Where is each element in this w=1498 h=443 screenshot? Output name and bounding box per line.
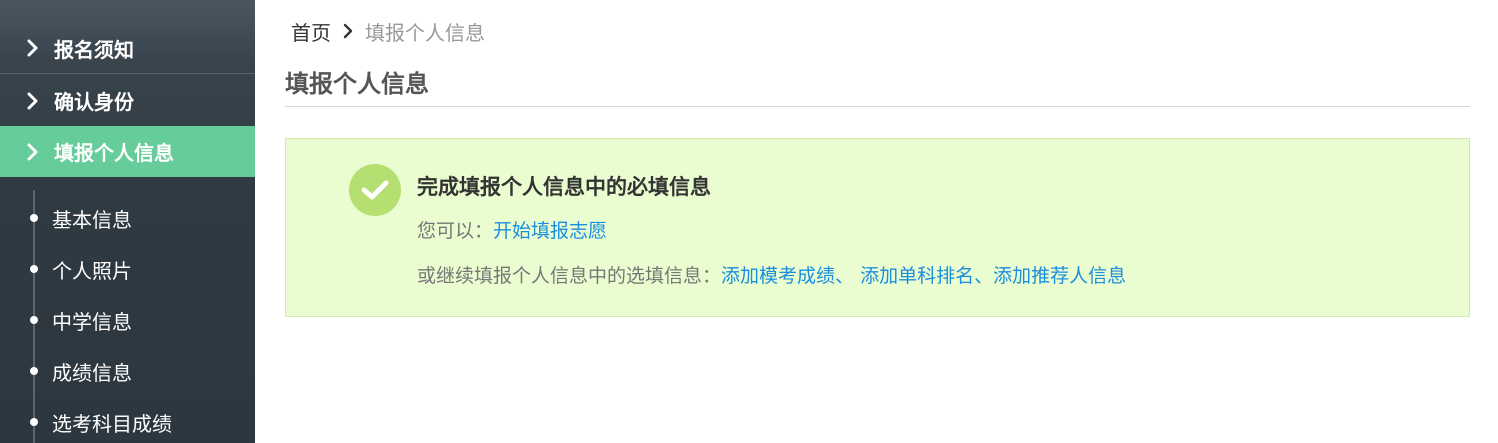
sidebar-item-label: 填报个人信息: [54, 141, 174, 165]
bullet-dot-icon: [30, 214, 38, 222]
sub-item-basic-info[interactable]: 基本信息: [0, 201, 255, 235]
sub-item-elective-scores[interactable]: 选考科目成绩: [0, 405, 255, 439]
bullet-dot-icon: [30, 418, 38, 426]
add-mock-exam-link[interactable]: 添加模考成绩: [721, 265, 835, 287]
optional-info-line: 或继续填报个人信息中的选填信息：添加模考成绩、 添加单科排名、添加推荐人信息: [417, 261, 1126, 288]
breadcrumb-home-link[interactable]: 首页: [291, 17, 331, 46]
link-separator: 、: [835, 265, 855, 287]
sub-item-label: 基本信息: [52, 207, 132, 232]
optional-info-prefix: 或继续填报个人信息中的选填信息：: [417, 265, 722, 287]
sub-item-label: 中学信息: [52, 309, 132, 334]
bullet-dot-icon: [30, 316, 38, 324]
sidebar-item-label: 确认身份: [54, 90, 134, 114]
title-divider: [285, 106, 1470, 107]
chevron-right-icon: [26, 143, 48, 161]
next-step-line: 您可以：开始填报志愿: [417, 216, 607, 243]
next-step-prefix: 您可以：: [417, 220, 494, 242]
bullet-dot-icon: [30, 265, 38, 273]
sidebar-item-personal-info[interactable]: 填报个人信息: [0, 126, 255, 177]
sidebar: 报名须知 确认身份 填报个人信息 基本信息 个人照片 中学信息 成绩信息 选考科…: [0, 0, 255, 443]
sub-item-photo[interactable]: 个人照片: [0, 252, 255, 286]
check-circle-icon: [349, 164, 401, 216]
sub-item-label: 选考科目成绩: [52, 411, 172, 436]
sidebar-item-registration-notice[interactable]: 报名须知: [0, 23, 255, 74]
breadcrumb-current: 填报个人信息: [365, 20, 485, 45]
success-panel: 完成填报个人信息中的必填信息 您可以：开始填报志愿 或继续填报个人信息中的选填信…: [285, 138, 1470, 317]
sidebar-item-confirm-identity[interactable]: 确认身份: [0, 75, 255, 126]
sub-item-label: 个人照片: [52, 258, 132, 283]
chevron-right-icon: [343, 23, 353, 39]
bullet-dot-icon: [30, 367, 38, 375]
sub-item-grades[interactable]: 成绩信息: [0, 354, 255, 388]
chevron-right-icon: [26, 39, 48, 57]
sub-item-label: 成绩信息: [52, 360, 132, 385]
chevron-right-icon: [26, 92, 48, 110]
sub-item-school-info[interactable]: 中学信息: [0, 303, 255, 337]
link-separator: 、: [974, 265, 994, 287]
start-application-link[interactable]: 开始填报志愿: [493, 220, 607, 242]
sidebar-item-label: 报名须知: [54, 37, 134, 62]
page-title: 填报个人信息: [285, 70, 429, 98]
success-title: 完成填报个人信息中的必填信息: [417, 175, 711, 199]
add-subject-rank-link[interactable]: 添加单科排名: [860, 265, 974, 287]
breadcrumb: 首页 填报个人信息: [291, 16, 485, 46]
add-referee-link[interactable]: 添加推荐人信息: [993, 265, 1126, 287]
